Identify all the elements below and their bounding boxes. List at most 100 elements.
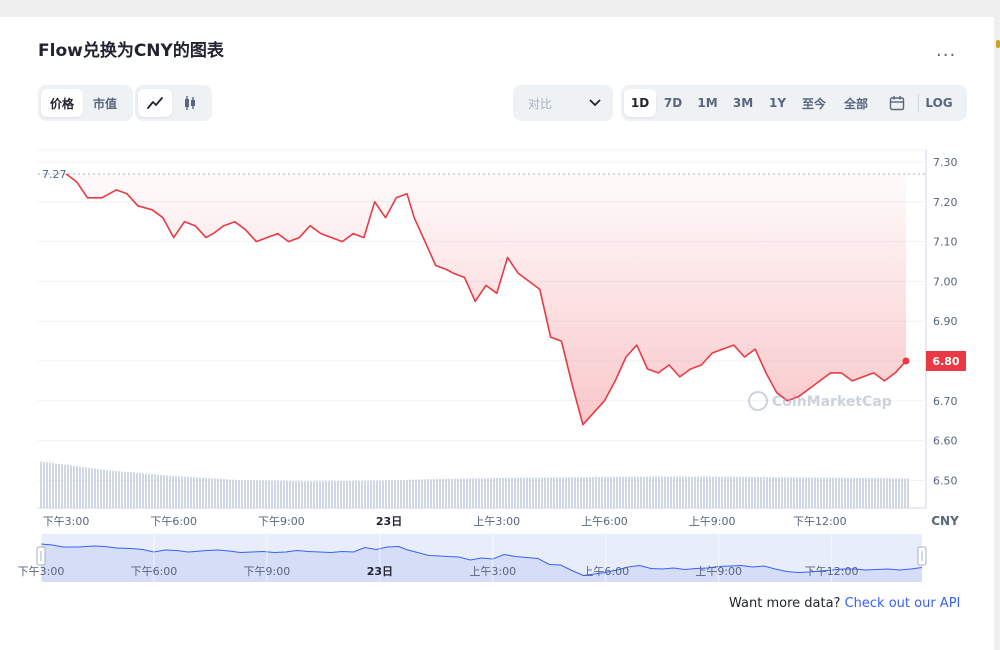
volume-bar: [646, 476, 648, 508]
volume-bar: [787, 477, 789, 508]
volume-bar: [337, 481, 339, 508]
volume-bar: [106, 470, 108, 508]
footer: Want more data? Check out our API: [729, 596, 960, 611]
volume-bar: [766, 477, 768, 508]
current-price-dot: [902, 357, 910, 365]
volume-bar: [265, 480, 267, 508]
volume-bar: [796, 477, 798, 508]
volume-bar: [322, 481, 324, 508]
api-link[interactable]: Check out our API: [845, 596, 961, 611]
volume-bar: [598, 477, 600, 508]
volume-bar: [40, 461, 42, 508]
volume-bar: [484, 478, 486, 508]
volume-bar: [235, 479, 237, 508]
volume-bar: [331, 481, 333, 508]
volume-bar: [121, 471, 123, 508]
volume-bar: [781, 477, 783, 508]
volume-bar: [745, 477, 747, 508]
volume-bar: [370, 480, 372, 508]
volume-bar: [406, 479, 408, 508]
volume-bar: [832, 477, 834, 508]
volume-bar: [85, 467, 87, 508]
volume-bar: [844, 477, 846, 508]
x-tick-label: 上午3:00: [473, 515, 520, 528]
x-tick-label: 下午3:00: [43, 515, 90, 528]
volume-bar: [550, 477, 552, 508]
volume-bar: [115, 471, 117, 508]
volume-bar: [283, 480, 285, 508]
volume-bar: [454, 478, 456, 508]
volume-bar: [706, 476, 708, 508]
watermark-text: CoinMarketCap: [772, 394, 892, 410]
volume-bar: [472, 478, 474, 508]
volume-bar: [409, 479, 411, 508]
volume-bar: [334, 481, 336, 508]
volume-bar: [172, 475, 174, 508]
volume-bar: [652, 476, 654, 508]
volume-bar: [532, 477, 534, 508]
volume-bar: [724, 476, 726, 508]
x-tick-label: 23日: [376, 515, 402, 528]
volume-bar: [175, 476, 177, 508]
current-price-label: 6.80: [932, 355, 959, 368]
volume-bar: [157, 474, 159, 508]
volume-bar: [802, 477, 804, 508]
volume-bar: [865, 478, 867, 508]
volume-bar: [463, 478, 465, 508]
volume-bar: [808, 477, 810, 508]
volume-bar: [178, 476, 180, 508]
volume-bar: [694, 476, 696, 508]
volume-bar: [526, 477, 528, 508]
volume-bar: [268, 480, 270, 508]
volume-bar: [643, 476, 645, 508]
volume-bar: [592, 477, 594, 508]
volume-bar: [211, 478, 213, 508]
navigator-tick-label: 下午9:00: [244, 565, 291, 578]
volume-bar: [361, 480, 363, 508]
volume-bar: [238, 480, 240, 508]
y-tick-label: 7.10: [933, 236, 958, 249]
volume-bar: [286, 480, 288, 508]
volume-bar: [385, 480, 387, 508]
volume-bar: [148, 473, 150, 508]
volume-bar: [76, 466, 78, 508]
volume-bar: [889, 478, 891, 508]
volume-bar: [256, 480, 258, 508]
volume-bar: [88, 467, 90, 508]
volume-bar: [601, 477, 603, 508]
navigator-tick-label: 下午12:00: [805, 565, 859, 578]
volume-bar: [631, 476, 633, 508]
volume-bar: [838, 477, 840, 508]
y-tick-label: 6.50: [933, 474, 958, 487]
volume-bar: [367, 480, 369, 508]
volume-bar: [733, 476, 735, 508]
volume-bar: [499, 477, 501, 508]
volume-bar: [190, 477, 192, 508]
volume-bar: [682, 476, 684, 508]
volume-bar: [556, 477, 558, 508]
volume-bar: [64, 464, 66, 508]
volume-bar: [355, 480, 357, 508]
volume-bar: [478, 478, 480, 508]
volume-bar: [571, 477, 573, 508]
x-tick-label: 上午9:00: [689, 515, 736, 528]
volume-bar: [505, 477, 507, 508]
navigator-tick-label: 下午6:00: [131, 565, 178, 578]
volume-bar: [541, 477, 543, 508]
volume-bar: [214, 478, 216, 508]
volume-bar: [709, 476, 711, 508]
volume-bar: [517, 477, 519, 508]
volume-bar: [139, 473, 141, 508]
volume-bar: [805, 477, 807, 508]
volume-bar: [688, 476, 690, 508]
volume-bar: [70, 465, 72, 508]
volume-bar: [328, 481, 330, 508]
volume-bar: [850, 477, 852, 508]
volume-bar: [559, 477, 561, 508]
volume-bar: [748, 477, 750, 508]
volume-bar: [250, 480, 252, 508]
volume-bar: [907, 478, 909, 508]
volume-bar: [397, 480, 399, 508]
volume-bar: [670, 476, 672, 508]
volume-bar: [496, 478, 498, 508]
